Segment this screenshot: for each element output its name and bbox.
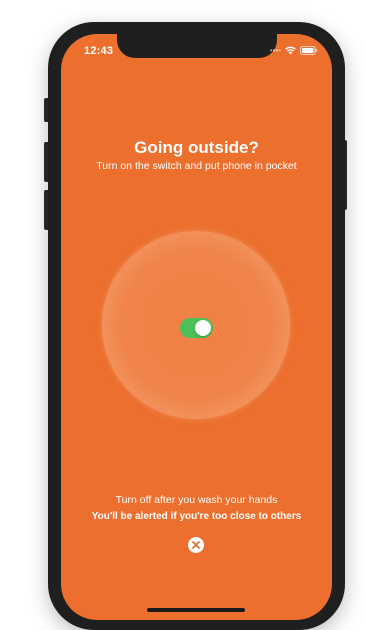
signal-dots-icon: •••• (269, 45, 281, 55)
home-indicator[interactable] (147, 608, 245, 612)
prompt-title: Going outside? (134, 138, 259, 157)
toggle-knob (195, 320, 211, 336)
close-button[interactable] (188, 537, 204, 553)
prompt-subtitle: Turn on the switch and put phone in pock… (96, 160, 297, 172)
status-icons: •••• (270, 46, 318, 55)
close-icon (192, 541, 200, 549)
stage: 12:43 •••• Going outside? Turn on the sw… (0, 0, 365, 630)
status-time: 12:43 (84, 45, 114, 57)
wifi-icon (285, 46, 296, 55)
alert-text: You'll be alerted if you're too close to… (91, 511, 302, 522)
app-screen: 12:43 •••• Going outside? Turn on the sw… (61, 34, 332, 620)
notch (117, 34, 277, 58)
battery-icon (300, 46, 318, 55)
outside-toggle-switch[interactable] (180, 318, 213, 338)
hint-text: Turn off after you wash your hands (115, 494, 278, 506)
